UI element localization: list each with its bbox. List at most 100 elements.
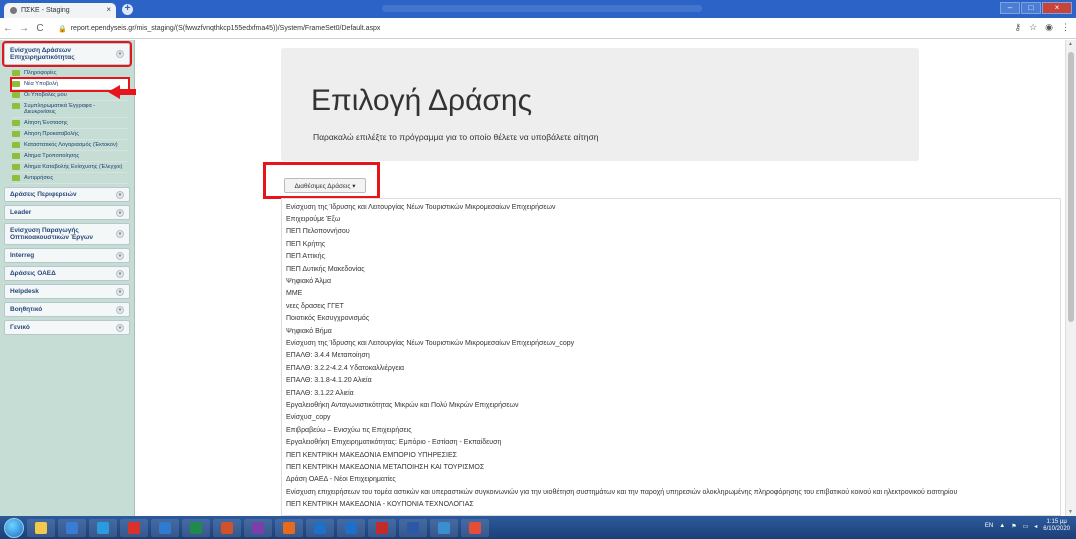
action-list-item[interactable]: Ενίσχυση της Ίδρυσης και Λειτουργίας Νέω… — [282, 201, 1060, 213]
action-list-item[interactable]: ΠΕΠ Κρήτης — [282, 238, 1060, 250]
action-list-item[interactable]: ΠΕΠ ΚΕΝΤΡΙΚΗ ΜΑΚΕΔΟΝΙΑ ΜΕΤΑΠΟΙΗΣΗ ΚΑΙ ΤΟ… — [282, 462, 1060, 474]
favicon-icon — [10, 7, 17, 14]
clock-date: 6/10/2020 — [1043, 526, 1070, 532]
action-list-item[interactable]: Επιχειρούμε Έξω — [282, 213, 1060, 225]
sidebar-item[interactable]: Αίτημα Καταβολής Ενίσχυσης (Έλεγχοι) — [12, 162, 128, 173]
chevron-icon[interactable]: » — [116, 287, 124, 296]
sidebar-section[interactable]: Interreg » — [4, 248, 130, 263]
chevron-icon[interactable]: » — [116, 190, 124, 199]
action-list-item[interactable]: Ψηφιακό Άλμα — [282, 275, 1060, 287]
sidebar-section[interactable]: Δράσεις ΟΑΕΔ » — [4, 266, 130, 281]
sidebar-item-label: Καταστατικός Λογαριασμός (Έκτοκον) — [24, 142, 118, 148]
chevron-icon[interactable]: » — [116, 50, 124, 58]
taskbar-onenote-button[interactable] — [244, 518, 272, 537]
taskbar-outlook-button[interactable] — [306, 518, 334, 537]
scroll-up-icon[interactable]: ▲ — [1068, 41, 1073, 47]
sidebar-section[interactable]: Helpdesk » — [4, 284, 130, 299]
taskbar-media-button[interactable] — [58, 518, 86, 537]
action-list-item[interactable]: Δράση ΟΑΕΔ - Νέοι Επιχειρηματίες — [282, 474, 1060, 486]
sidebar-item[interactable]: Συμπληρωματικά Έγγραφα - Διευκρινίσεις — [12, 101, 128, 118]
close-window-button[interactable]: × — [1042, 2, 1072, 14]
action-list-item[interactable]: Επιβραβεύω – Ενισχύω τις Επιχειρήσεις — [282, 424, 1060, 436]
menu-icon[interactable]: ⋮ — [1061, 22, 1070, 33]
sidebar-section[interactable]: Leader » — [4, 205, 130, 220]
reload-button[interactable]: C — [32, 23, 48, 34]
chevron-icon[interactable]: » — [116, 269, 124, 278]
outlook-icon — [314, 521, 326, 534]
sidebar-item[interactable]: Αίτημα Τροποποίησης — [12, 151, 128, 162]
action-list-item[interactable]: Ενίσχυση της Ίδρυσης και Λειτουργίας Νέω… — [282, 337, 1060, 349]
action-list-item[interactable]: ΠΕΠ Πελοποννήσου — [282, 226, 1060, 238]
star-icon[interactable]: ☆ — [1029, 22, 1037, 33]
sidebar-section-label: Δράσεις ΟΑΕΔ — [10, 270, 56, 277]
action-list-item[interactable]: Ψηφιακό Βήμα — [282, 325, 1060, 337]
taskbar-outlook-2-button[interactable] — [337, 518, 365, 537]
chevron-icon[interactable]: » — [116, 251, 124, 260]
volume-icon[interactable]: ◂ — [1034, 523, 1037, 530]
tab-close-icon[interactable]: × — [106, 5, 111, 14]
sidebar-item[interactable]: Αντιρρήσεις — [12, 173, 128, 184]
taskbar-ie-button[interactable] — [89, 518, 117, 537]
language-indicator[interactable]: EN — [985, 523, 993, 529]
excel-icon — [190, 521, 202, 534]
scroll-down-icon[interactable]: ▼ — [1068, 509, 1073, 515]
action-list-item[interactable]: ΠΕΠ Αττικής — [282, 251, 1060, 263]
action-list-item[interactable]: ΠΕΠ ΚΕΝΤΡΙΚΗ ΜΑΚΕΔΟΝΙΑ ΕΜΠΟΡΙΟ ΥΠΗΡΕΣΙΕΣ — [282, 449, 1060, 461]
action-list-item[interactable]: ΕΠΑΛΘ: 3.2.2-4.2.4 Υδατοκαλλιέργεια — [282, 362, 1060, 374]
action-list-item[interactable]: ΕΠΑΛΘ: 3.4.4 Μεταποίηση — [282, 350, 1060, 362]
sidebar-item[interactable]: Αίτηση Προκαταβολής — [12, 129, 128, 140]
taskbar-acrobat-2-button[interactable] — [368, 518, 396, 537]
action-list-item[interactable]: ΜΜΕ — [282, 288, 1060, 300]
folder-icon — [12, 103, 20, 109]
action-list-item[interactable]: ΕΠΑΛΘ: 3.1.22 Αλιεία — [282, 387, 1060, 399]
taskbar-explorer-button[interactable] — [27, 518, 55, 537]
chevron-icon[interactable]: » — [116, 323, 124, 332]
page-scrollbar[interactable]: ▲ ▼ — [1065, 40, 1076, 516]
taskbar-pdf-button[interactable] — [430, 518, 458, 537]
chevron-icon[interactable]: » — [116, 230, 124, 238]
sidebar-item[interactable]: Αίτηση Ένστασης — [12, 118, 128, 129]
sidebar-item[interactable]: Πληροφορίες — [12, 68, 128, 79]
taskbar-word-button[interactable] — [399, 518, 427, 537]
taskbar-firefox-button[interactable] — [275, 518, 303, 537]
clock[interactable]: 1:15 μμ 6/10/2020 — [1043, 519, 1070, 533]
chevron-icon[interactable]: » — [116, 208, 124, 217]
taskbar-outlook-alt-button[interactable] — [151, 518, 179, 537]
back-button[interactable]: ← — [0, 23, 16, 34]
action-list-item[interactable]: Εργαλειοθήκη Ανταγωνιστικότητας Μικρών κ… — [282, 400, 1060, 412]
sidebar-section[interactable]: Δράσεις Περιφερειών » — [4, 187, 130, 202]
maximize-button[interactable]: □ — [1021, 2, 1041, 14]
sidebar-section[interactable]: Γενικό » — [4, 320, 130, 335]
scrollbar-thumb[interactable] — [1068, 52, 1074, 322]
chevron-icon[interactable]: » — [116, 305, 124, 314]
action-list-item[interactable]: Ενίσχυση επιχειρήσεων του τομέα αστικών … — [282, 486, 1060, 498]
new-tab-button[interactable]: + — [122, 4, 133, 15]
sidebar-section[interactable]: Ενίσχυση Παραγωγής Οπτικοακουστικών Έργω… — [4, 223, 130, 245]
sidebar-item[interactable]: Καταστατικός Λογαριασμός (Έκτοκον) — [12, 140, 128, 151]
forward-button[interactable]: → — [16, 23, 32, 34]
taskbar-excel-button[interactable] — [182, 518, 210, 537]
taskbar-chrome-button[interactable] — [461, 518, 489, 537]
key-icon[interactable]: ⚷ — [1014, 22, 1021, 33]
minimize-button[interactable]: – — [1000, 2, 1020, 14]
account-icon[interactable]: ◉ — [1045, 22, 1053, 33]
sidebar-section[interactable]: Βοηθητικό » — [4, 302, 130, 317]
action-list-item[interactable]: ΕΠΑΛΘ: 3.1.8-4.1.20 Αλιεία — [282, 375, 1060, 387]
action-list-item[interactable]: ΠΕΠ Δυτικής Μακεδονίας — [282, 263, 1060, 275]
folder-icon — [12, 153, 20, 159]
start-button[interactable] — [4, 517, 24, 538]
action-list-item[interactable]: ΠΕΠ ΚΕΝΤΡΙΚΗ ΜΑΚΕΔΟΝΙΑ - ΚΟΥΠΟΝΙΑ ΤΕΧΝΟΛ… — [282, 499, 1060, 511]
flag-icon[interactable]: ⚑ — [1011, 523, 1016, 530]
sidebar-section[interactable]: Ενίσχυση Δράσεων Επιχειρηματικότητας » — [2, 41, 132, 67]
action-list-item[interactable]: Εργαλειοθήκη Επιχειρηματικότητας: Εμπόρι… — [282, 437, 1060, 449]
taskbar-powerpoint-button[interactable] — [213, 518, 241, 537]
action-list-item[interactable]: Ενίσχυσ_copy — [282, 412, 1060, 424]
network-icon[interactable]: ▭ — [1023, 523, 1029, 530]
taskbar-acrobat-button[interactable] — [120, 518, 148, 537]
tray-arrow-icon[interactable]: ▲ — [999, 523, 1005, 529]
available-actions-dropdown[interactable]: Διαθέσιμες Δράσεις ▾ — [284, 178, 366, 193]
url-field[interactable]: 🔒 report.ependyseis.gr/mis_staging/(S(fw… — [58, 21, 1018, 36]
action-list-item[interactable]: Ποιοτικός Εκσυγχρονισμός — [282, 313, 1060, 325]
action-list-item[interactable]: νεες δρασεις ΓΓΕΤ — [282, 300, 1060, 312]
browser-tab[interactable]: ΠΣΚΕ - Staging × — [4, 3, 116, 18]
